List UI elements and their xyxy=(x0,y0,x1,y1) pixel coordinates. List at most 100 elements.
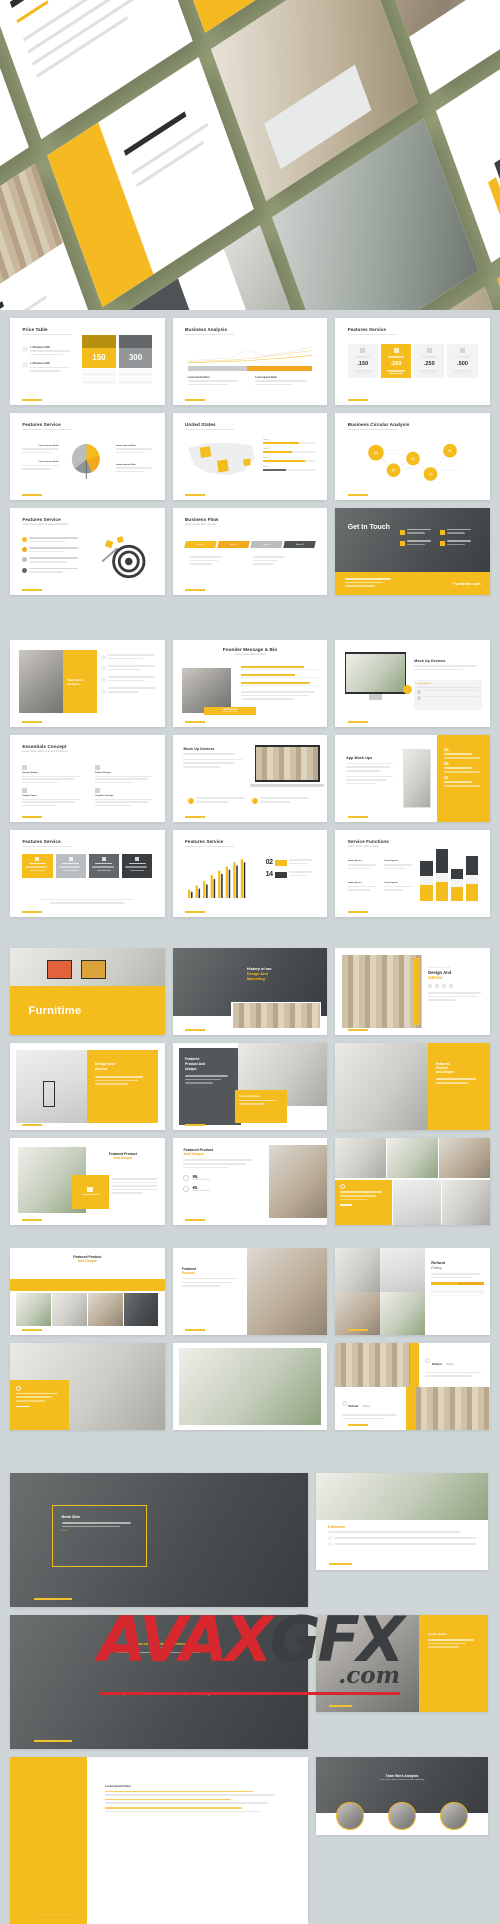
slide-mockup-devices-laptop[interactable]: Mock Up Devices xyxy=(172,735,328,822)
slide-featured-presentation-theme[interactable]: Featured Presentation Theme Lorem Ipsum … xyxy=(10,1614,308,1749)
slide-essentials-concept[interactable]: Essentials Concept Lorem ipsum dolor sit… xyxy=(10,735,165,822)
flow-step[interactable]: Step 01 xyxy=(184,541,217,549)
slide-features-service-pricing[interactable]: Features Service .150 .200 .250 .500 xyxy=(335,318,490,405)
slide-title: Team Work Analysis xyxy=(67,677,84,686)
slide-featured-product-yellow-panel[interactable]: Featured Product And Unique xyxy=(335,1043,490,1130)
slide-six-missions[interactable]: 6 Missions xyxy=(315,1473,489,1571)
slide-interior-shelf[interactable] xyxy=(172,1343,328,1430)
flow-step[interactable]: Step 02 xyxy=(217,541,250,549)
concept-icon xyxy=(22,788,28,794)
contact-icon xyxy=(440,541,446,547)
section-mockups: Team Work Analysis Founder Message & Bio… xyxy=(0,640,500,925)
slide-photo xyxy=(335,1343,416,1387)
slide-featured-product-banner[interactable]: Featured Product And Unique xyxy=(10,1248,165,1335)
cta-button[interactable]: Lorem Ipsum Lorem ipsum dolor xyxy=(203,707,257,715)
badge-icon xyxy=(339,1184,345,1190)
slide-get-in-touch[interactable]: Get In Touch Furnitime.com xyxy=(335,508,490,595)
slide-refund-policy-two[interactable]: Refund Policy Refund Policy xyxy=(335,1343,490,1430)
break-slide-box: Break Slide Lorem xyxy=(51,1505,147,1567)
service-card[interactable] xyxy=(22,853,53,878)
slide-title: Mock Up Devices xyxy=(183,747,215,752)
slide-lorem-detail[interactable]: Lorem Ipsum Dolor xyxy=(10,1756,308,1924)
slide-interior-yellow-block[interactable] xyxy=(10,1343,165,1430)
slide-cover-furnitime[interactable]: Furnitime xyxy=(10,948,165,1035)
price-card[interactable]: 300 xyxy=(118,334,153,384)
gallery-photo xyxy=(123,1293,159,1327)
card-icon xyxy=(68,856,73,861)
bar-label: Lorem xyxy=(263,448,269,451)
slide-title: Features Service xyxy=(347,326,387,332)
callout-label: Lorem Ipsum Dolor xyxy=(38,444,59,447)
slide-photo xyxy=(335,1043,432,1130)
slide-team-work-analysis-closing[interactable]: Team Work Analysis Lorem ipsum dolor sit… xyxy=(315,1756,489,1835)
bullet-icon xyxy=(101,677,107,683)
slide-footer-bar xyxy=(22,1328,43,1331)
slide-service-functions[interactable]: Service Functions Lorem ipsum dolor sit … xyxy=(335,830,490,917)
slide-features-service-pinwheel[interactable]: Features Service Lorem Ipsum Dolor Lorem… xyxy=(10,413,165,500)
monitor-stand xyxy=(369,693,382,701)
slide-footer-bar xyxy=(22,815,43,818)
bar-label: Lorem xyxy=(263,466,269,469)
contact-item[interactable] xyxy=(400,528,437,536)
slide-footer-bar xyxy=(347,910,368,913)
slide-title: United States xyxy=(185,421,216,427)
slide-features-service-cards[interactable]: Features Service xyxy=(10,830,165,917)
slide-subtitle: Lorem ipsum dolor sit amet consectetur xyxy=(22,750,68,754)
slide-features-service-chart[interactable]: Features Service 02 14 xyxy=(172,830,328,917)
target-dart-graphic xyxy=(101,536,146,579)
laptop-mockup xyxy=(254,745,320,782)
card-icon xyxy=(360,348,366,354)
service-card[interactable] xyxy=(122,853,153,878)
slide-grid: Break Slide Lorem 6 Missions Featured Pr… xyxy=(0,1473,500,1924)
contact-item[interactable] xyxy=(400,540,437,547)
contact-icon xyxy=(440,529,446,535)
gallery-photo xyxy=(335,1138,387,1179)
slide-team-work-analysis[interactable]: Team Work Analysis xyxy=(10,640,165,727)
slide-history-design-marketing[interactable]: History of our Design And Marketing xyxy=(172,948,328,1035)
contact-item[interactable] xyxy=(440,528,477,536)
flow-step[interactable]: Step 03 xyxy=(250,541,283,549)
section-covers: Furnitime History of our Design And Mark… xyxy=(0,948,500,1238)
feature-card[interactable]: .150 xyxy=(347,344,378,379)
slide-footer-bar xyxy=(347,1423,368,1426)
gallery-photo xyxy=(335,1248,381,1292)
service-card[interactable] xyxy=(88,853,120,878)
service-card[interactable] xyxy=(55,853,86,878)
map-bar-row: Lorem xyxy=(263,466,315,472)
feature-card[interactable]: .500 xyxy=(447,344,478,379)
slide-mockup-devices-monitor[interactable]: Mock Up Devices Lorem Ipsum xyxy=(335,640,490,727)
dot-icon xyxy=(428,984,433,989)
price-card[interactable]: 150 xyxy=(82,334,116,384)
stat-block: 10. xyxy=(443,761,484,773)
contact-item[interactable] xyxy=(440,540,477,547)
slide-footer-bar xyxy=(22,720,43,723)
slide-founder-message[interactable]: Founder Message & Bio Lorem ipsum dolor … xyxy=(172,640,328,727)
slide-features-service-target[interactable]: Features Service Lorem ipsum dolor sit a… xyxy=(10,508,165,595)
slide-featured-product-stats[interactable]: Featured Product And Unique 95. Creative… xyxy=(172,1138,328,1225)
slide-featured-product-split[interactable]: Featured Product xyxy=(172,1248,328,1335)
concept-item: Creative Concept xyxy=(95,788,153,808)
flow-step[interactable]: Step 04 xyxy=(283,541,316,549)
slide-featured-product-unique-dark[interactable]: Featured Product And Unique Lorem And Ip… xyxy=(172,1043,328,1130)
slide-footer-bar xyxy=(347,815,368,818)
slide-price-table[interactable]: Price Table Lr Business Path Lr Business… xyxy=(10,318,165,405)
slide-featured-product-pillow[interactable]: Featured Product And Unique Featured Pro… xyxy=(10,1138,165,1225)
slide-refund-policy-table[interactable]: Refund Policy xyxy=(335,1248,490,1335)
price-value: 300 xyxy=(118,347,153,368)
slide-photo-yellow-panel[interactable]: Lorem Ipsum xyxy=(315,1614,489,1713)
slide-app-mockups[interactable]: App Mock Ups 23. 10. 11. xyxy=(335,735,490,822)
slide-business-circular-analysis[interactable]: Business Circular Analysis 50 40 60 75 9… xyxy=(335,413,490,500)
us-map xyxy=(188,442,255,476)
isometric-slide-grid: Furnitime xyxy=(0,0,500,310)
slide-business-analysis[interactable]: Business Analysis Lorem Ipsum Dolor Lore… xyxy=(172,318,328,405)
slide-united-states-map[interactable]: United States Lorem Lorem Lorem Lorem xyxy=(172,413,328,500)
slide-subtitle: Lorem ipsum dolor sit amet consectetur xyxy=(22,523,68,527)
slide-break-slide[interactable]: Break Slide Lorem xyxy=(10,1473,308,1607)
slide-featured-product-gallery[interactable] xyxy=(335,1138,490,1225)
gallery-photo xyxy=(439,1138,490,1179)
slide-design-interior-wood[interactable]: Lorem Ipsum Dolor Design And Interior xyxy=(335,948,490,1035)
slide-business-flow[interactable]: Business Flow Lorem ipsum dolor sit amet… xyxy=(172,508,328,595)
feature-card[interactable]: .250 xyxy=(414,344,445,379)
feature-card-highlighted[interactable]: .200 xyxy=(380,344,412,379)
slide-design-interior-chair[interactable]: Design And Interior xyxy=(10,1043,165,1130)
